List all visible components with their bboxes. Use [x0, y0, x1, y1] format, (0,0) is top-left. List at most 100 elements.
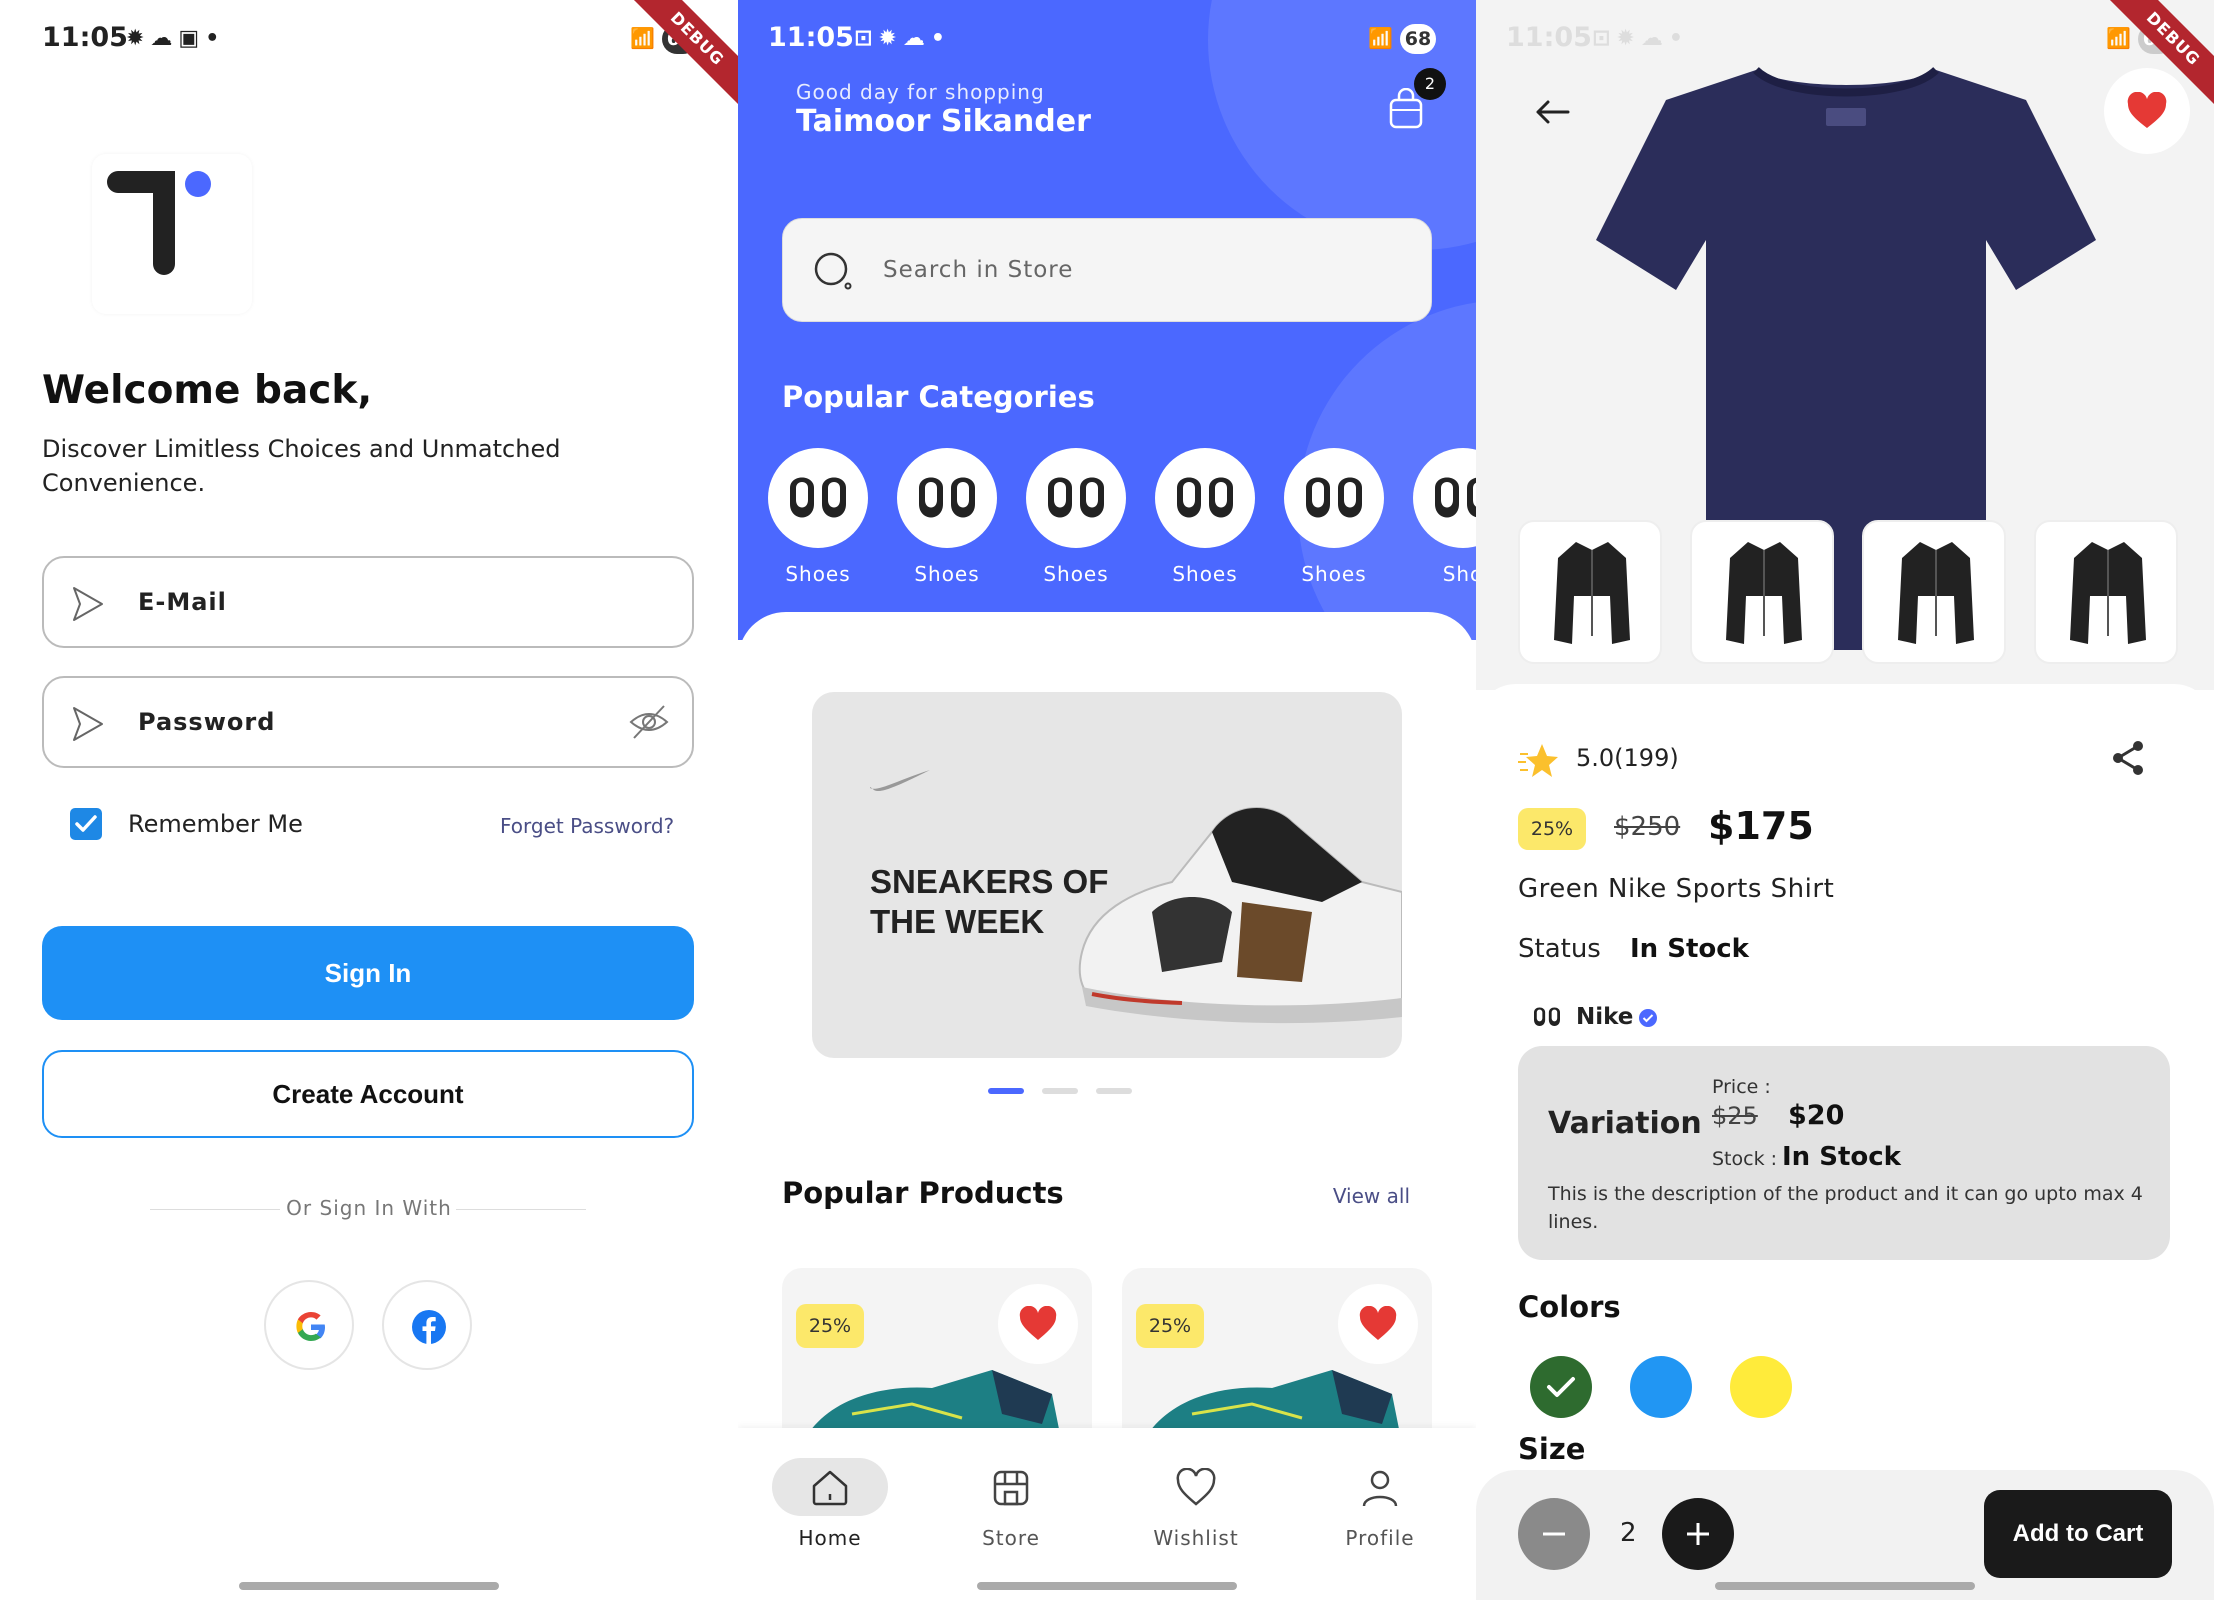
- status-bar: 11:05 ⊡✹☁• 📶 68: [768, 22, 1436, 58]
- decrease-quantity-button[interactable]: [1518, 1498, 1590, 1570]
- create-account-button[interactable]: Create Account: [42, 1050, 694, 1138]
- google-icon: [296, 1312, 325, 1341]
- rating-value: 5.0: [1576, 744, 1615, 772]
- popular-categories-title: Popular Categories: [782, 380, 1095, 414]
- nav-store[interactable]: Store: [953, 1458, 1069, 1550]
- category-item[interactable]: Shoes: [1153, 448, 1257, 586]
- variation-price-label: Price :: [1712, 1076, 1771, 1098]
- status-label: Status: [1518, 934, 1601, 964]
- carousel-dot[interactable]: [1042, 1088, 1078, 1094]
- facebook-sign-in-button[interactable]: [382, 1280, 472, 1370]
- heart-icon: [1176, 1468, 1216, 1506]
- popular-products-title: Popular Products: [782, 1176, 1064, 1210]
- facebook-icon: [412, 1310, 446, 1344]
- favorite-button[interactable]: [1338, 1284, 1418, 1364]
- email-field[interactable]: E-Mail: [42, 556, 694, 648]
- store-icon: [993, 1470, 1029, 1506]
- home-indicator: [239, 1582, 499, 1590]
- color-swatch-blue[interactable]: [1630, 1356, 1692, 1418]
- rating-count: (199): [1614, 744, 1679, 772]
- or-sign-in-with: Or Sign In With: [286, 1196, 452, 1220]
- category-item[interactable]: Shoes: [1282, 448, 1386, 586]
- forget-password-link[interactable]: Forget Password?: [500, 814, 674, 838]
- variation-description: This is the description of the product a…: [1548, 1183, 2143, 1233]
- quantity-value: 2: [1620, 1518, 1637, 1548]
- home-indicator: [1715, 1582, 1975, 1590]
- password-label: Password: [138, 708, 276, 736]
- add-to-cart-button[interactable]: Add to Cart: [1984, 1490, 2172, 1578]
- check-icon: [1547, 1377, 1575, 1397]
- jacket-icon: [1726, 542, 1802, 644]
- google-sign-in-button[interactable]: [264, 1280, 354, 1370]
- color-swatch-green[interactable]: [1530, 1356, 1592, 1418]
- colors-title: Colors: [1518, 1290, 1621, 1324]
- password-field[interactable]: Password: [42, 676, 694, 768]
- sneaker-image: [1078, 807, 1402, 1024]
- heart-icon: [1019, 1306, 1057, 1340]
- favorite-button[interactable]: [2104, 68, 2190, 154]
- shoes-icon: [1048, 477, 1104, 518]
- category-label: Shoes: [914, 562, 980, 586]
- banner-line-2: THE WEEK: [870, 903, 1045, 940]
- minus-icon: [1543, 1532, 1565, 1536]
- email-label: E-Mail: [138, 588, 227, 616]
- category-label: Sho: [1442, 562, 1476, 586]
- greeting-text: Good day for shopping: [796, 80, 1045, 104]
- promo-banner[interactable]: SNEAKERS OF THE WEEK: [812, 692, 1402, 1058]
- thumbnail-image[interactable]: [1690, 520, 1834, 664]
- nav-profile-label: Profile: [1345, 1526, 1415, 1550]
- favorite-button[interactable]: [998, 1284, 1078, 1364]
- category-label: Shoes: [1301, 562, 1367, 586]
- sign-in-button[interactable]: Sign In: [42, 926, 694, 1020]
- discount-badge: 25%: [1518, 808, 1586, 850]
- welcome-title: Welcome back,: [42, 368, 373, 413]
- thumbnail-image[interactable]: [2034, 520, 2178, 664]
- category-item[interactable]: Sho: [1411, 448, 1476, 586]
- share-icon[interactable]: [2108, 738, 2148, 778]
- carousel-dot-active[interactable]: [988, 1088, 1024, 1094]
- discount-badge: 25%: [1136, 1304, 1204, 1348]
- eye-slash-icon[interactable]: [628, 702, 670, 742]
- status-time: 11:05: [768, 22, 854, 53]
- thumbnail-image[interactable]: [1862, 520, 2006, 664]
- home-icon: [812, 1470, 848, 1506]
- original-price: $250: [1614, 812, 1681, 842]
- product-title: Green Nike Sports Shirt: [1518, 874, 1835, 904]
- header-hero: 11:05 ⊡✹☁• 📶 68 Good day for shopping Ta…: [738, 0, 1476, 640]
- variation-card: Variation Price : $25 $20 Stock : In Sto…: [1518, 1046, 2170, 1260]
- star-icon: [1518, 744, 1558, 777]
- bottom-navigation: Home Store Wishlist Profile: [738, 1428, 1476, 1600]
- carousel-dot[interactable]: [1096, 1088, 1132, 1094]
- search-placeholder: Search in Store: [883, 257, 1074, 283]
- category-label: Shoes: [1043, 562, 1109, 586]
- plus-icon: [1687, 1523, 1709, 1545]
- category-item[interactable]: Shoes: [895, 448, 999, 586]
- product-image-area: 11:05 ⊡✹☁• 📶 68: [1476, 0, 2214, 690]
- category-item[interactable]: Shoes: [1024, 448, 1128, 586]
- nike-swoosh-icon: [870, 770, 930, 792]
- color-swatch-yellow[interactable]: [1730, 1356, 1792, 1418]
- category-item[interactable]: Shoes: [766, 448, 870, 586]
- remember-me-checkbox[interactable]: [70, 808, 102, 840]
- category-label: Shoes: [1172, 562, 1238, 586]
- cart-count-badge: 2: [1414, 68, 1446, 100]
- variation-stock-label: Stock :: [1712, 1148, 1778, 1170]
- nav-home-label: Home: [798, 1526, 862, 1550]
- back-arrow-icon[interactable]: [1532, 92, 1572, 132]
- status-time: 11:05: [1506, 22, 1592, 53]
- nav-home[interactable]: Home: [772, 1458, 888, 1550]
- heart-icon: [2127, 92, 2167, 128]
- thumbnail-image[interactable]: [1518, 520, 1662, 664]
- nav-profile[interactable]: Profile: [1322, 1458, 1438, 1550]
- arrow-right-icon: [73, 707, 103, 741]
- nav-wishlist[interactable]: Wishlist: [1138, 1458, 1254, 1550]
- search-input[interactable]: Search in Store: [782, 218, 1432, 322]
- view-all-link[interactable]: View all: [1333, 1184, 1410, 1208]
- nav-wishlist-label: Wishlist: [1153, 1526, 1239, 1550]
- shoes-icon: [790, 477, 846, 518]
- increase-quantity-button[interactable]: [1662, 1498, 1734, 1570]
- home-indicator: [977, 1582, 1237, 1590]
- sale-price: $175: [1708, 804, 1814, 848]
- variation-original-price: $25: [1712, 1102, 1758, 1130]
- notification-icons: ⊡✹☁•: [1592, 26, 1689, 51]
